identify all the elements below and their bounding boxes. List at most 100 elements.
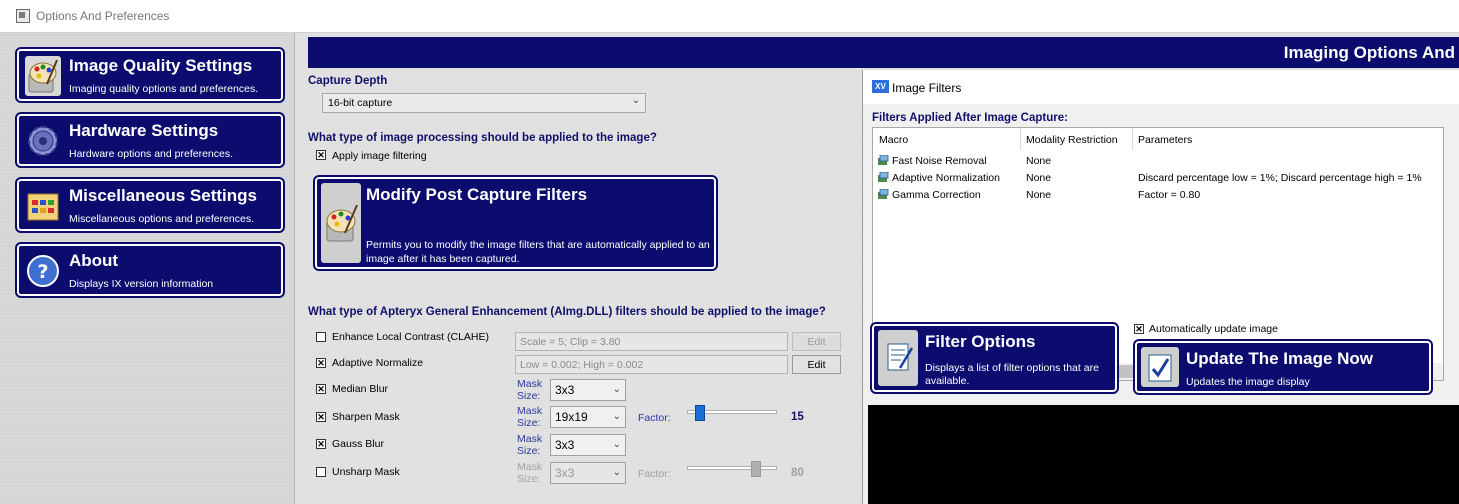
sharpen-factor-label: Factor: — [638, 412, 671, 424]
gauss-blur-checkbox[interactable]: ✕ — [316, 439, 326, 449]
macro-cell: Adaptive Normalization — [877, 172, 1000, 184]
sidebar-item-subtitle: Hardware options and preferences. — [69, 148, 234, 160]
unsharp-mask-checkbox[interactable] — [316, 467, 326, 477]
page-header: Imaging Options And — [308, 37, 1459, 68]
clahe-params-field[interactable]: Scale = 5; Clip = 3.80 — [515, 332, 788, 351]
filter-options-desc-1: Displays a list of filter options that a… — [925, 362, 1099, 374]
modify-filters-desc-1: Permits you to modify the image filters … — [366, 239, 710, 251]
filter-macro-icon — [878, 189, 889, 199]
macro-cell: Fast Noise Removal — [877, 155, 987, 167]
median-mask-value: 3x3 — [555, 383, 575, 397]
chevron-down-icon: ⌄ — [612, 467, 621, 478]
column-header-modality[interactable]: Modality Restriction — [1026, 134, 1118, 146]
palette-icon — [25, 56, 61, 96]
sidebar-item-subtitle: Displays IX version information — [69, 278, 214, 290]
mask-label-line1: Mask — [517, 378, 543, 390]
median-blur-checkbox[interactable]: ✕ — [316, 384, 326, 394]
table-row[interactable]: Gamma Correction None Factor = 0.80 — [877, 189, 1443, 205]
median-mask-select[interactable]: 3x3 ⌄ — [550, 379, 626, 401]
sidebar-item-miscellaneous[interactable]: Miscellaneous Settings Miscellaneous opt… — [15, 177, 285, 233]
table-row[interactable]: Adaptive Normalization None Discard perc… — [877, 172, 1443, 188]
update-image-now-button[interactable]: Update The Image Now Updates the image d… — [1133, 339, 1433, 395]
unsharp-mask-value: 3x3 — [555, 466, 575, 480]
clahe-label: Enhance Local Contrast (CLAHE) — [332, 331, 489, 343]
sharpen-mask-select[interactable]: 19x19 ⌄ — [550, 406, 626, 428]
median-mask-size-label: Mask Size: — [517, 378, 542, 402]
checklist-icon — [1141, 347, 1179, 387]
mask-label-line1: Mask — [517, 461, 543, 473]
mask-label-line1: Mask — [517, 433, 543, 445]
modify-post-capture-filters-button[interactable]: Modify Post Capture Filters Permits you … — [313, 175, 718, 271]
mask-label-line2: Size: — [517, 473, 541, 485]
mask-label-line2: Size: — [517, 445, 541, 457]
xv-logo-icon: XV — [872, 80, 889, 93]
modality-cell: None — [1026, 155, 1052, 167]
macro-name: Adaptive Normalization — [892, 172, 1000, 184]
unsharp-factor-value: 80 — [791, 467, 804, 479]
column-divider — [1020, 128, 1021, 150]
gauss-mask-select[interactable]: 3x3 ⌄ — [550, 434, 626, 456]
table-row[interactable]: Fast Noise Removal None — [877, 155, 1443, 171]
filter-options-desc-2: available. — [925, 375, 970, 387]
unsharp-factor-track[interactable] — [687, 466, 777, 470]
image-preview — [868, 405, 1459, 504]
adaptive-normalize-checkbox[interactable]: ✕ — [316, 358, 326, 368]
adaptive-params-field[interactable]: Low = 0.002; High = 0.002 — [515, 355, 788, 374]
capture-depth-value: 16-bit capture — [328, 97, 393, 109]
sharpen-mask-size-label: Mask Size: — [517, 405, 542, 429]
modify-filters-title: Modify Post Capture Filters — [366, 185, 588, 204]
chevron-down-icon: ⌄ — [612, 411, 621, 422]
capture-depth-select[interactable]: 16-bit capture ⌄ — [322, 93, 646, 113]
column-header-macro[interactable]: Macro — [879, 134, 908, 146]
chevron-down-icon: ⌄ — [631, 95, 640, 106]
update-now-desc: Updates the image display — [1186, 376, 1310, 388]
update-now-title: Update The Image Now — [1186, 349, 1374, 368]
gauss-blur-label: Gauss Blur — [332, 438, 384, 450]
modality-cell: None — [1026, 172, 1052, 184]
apply-filtering-label: Apply image filtering — [332, 150, 427, 162]
sidebar-item-subtitle: Imaging quality options and preferences. — [69, 83, 259, 95]
dialog-title: Image Filters — [892, 81, 962, 95]
adaptive-edit-button[interactable]: Edit — [792, 355, 841, 374]
gauss-mask-value: 3x3 — [555, 438, 575, 452]
sharpen-mask-checkbox[interactable]: ✕ — [316, 412, 326, 422]
filter-options-button[interactable]: Filter Options Displays a list of filter… — [870, 322, 1119, 394]
sidebar-item-about[interactable]: ? About Displays IX version information — [15, 242, 285, 298]
unsharp-mask-label: Unsharp Mask — [332, 466, 400, 478]
auto-update-label: Automatically update image — [1149, 323, 1278, 335]
filter-options-title: Filter Options — [925, 332, 1036, 351]
sharpen-mask-label: Sharpen Mask — [332, 411, 400, 423]
mask-label-line1: Mask — [517, 405, 543, 417]
folder-tools-icon — [25, 186, 61, 226]
modify-filters-desc-2: image after it has been captured. — [366, 253, 520, 265]
auto-update-checkbox[interactable]: ✕ — [1134, 324, 1144, 334]
sharpen-factor-slider-thumb[interactable] — [695, 405, 705, 421]
mask-label-line2: Size: — [517, 390, 541, 402]
sidebar-item-title: Hardware Settings — [69, 121, 219, 140]
app-icon — [16, 9, 30, 23]
palette-icon — [321, 183, 361, 263]
unsharp-mask-select[interactable]: 3x3 ⌄ — [550, 462, 626, 484]
filter-macro-icon — [878, 172, 889, 182]
sidebar-item-image-quality[interactable]: Image Quality Settings Imaging quality o… — [15, 47, 285, 103]
clahe-checkbox[interactable] — [316, 332, 326, 342]
gauss-mask-size-label: Mask Size: — [517, 433, 542, 457]
params-cell: Factor = 0.80 — [1138, 189, 1201, 201]
unsharp-mask-size-label: Mask Size: — [517, 461, 542, 485]
sidebar-item-title: About — [69, 251, 119, 270]
dialog-titlebar: XV Image Filters — [863, 70, 1459, 104]
unsharp-factor-label: Factor: — [638, 468, 671, 480]
column-header-parameters[interactable]: Parameters — [1138, 134, 1192, 146]
chevron-down-icon: ⌄ — [612, 439, 621, 450]
apply-filtering-checkbox[interactable]: ✕ — [316, 150, 326, 160]
sharpen-factor-value: 15 — [791, 411, 804, 423]
chevron-down-icon: ⌄ — [612, 384, 621, 395]
help-icon: ? — [25, 251, 61, 291]
sidebar-item-hardware[interactable]: Hardware Settings Hardware options and p… — [15, 112, 285, 168]
window-titlebar: Options And Preferences — [0, 0, 1459, 33]
modality-cell: None — [1026, 189, 1052, 201]
clahe-edit-button[interactable]: Edit — [792, 332, 841, 351]
enhancement-question: What type of Apteryx General Enhancement… — [308, 306, 826, 318]
edit-document-icon — [878, 330, 918, 386]
unsharp-factor-slider-thumb[interactable] — [751, 461, 761, 477]
